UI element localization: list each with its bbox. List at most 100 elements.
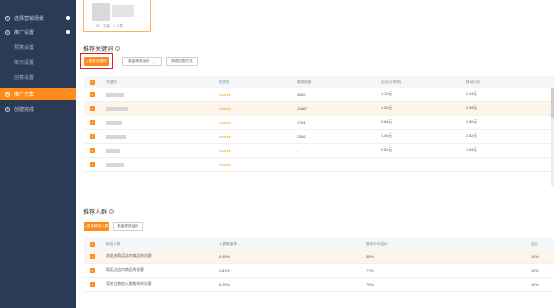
more-keywords-button[interactable]: + 更多关键词: [84, 57, 109, 66]
mobile-bid[interactable]: 1.84元: [466, 148, 477, 153]
sidebar-item-label: 预算设置: [14, 44, 35, 51]
chevron-right-icon: ›: [69, 91, 71, 97]
row-checkbox[interactable]: ✓: [90, 120, 95, 125]
mobile-bid[interactable]: 2.58元: [466, 106, 477, 111]
premium-value[interactable]: 10%: [531, 255, 539, 259]
match-mode-button[interactable]: 修改匹配方式: [166, 57, 198, 66]
product-thumbnail: [92, 3, 110, 21]
row-checkbox[interactable]: ✓: [90, 282, 95, 287]
relevance-stars: ★★★★★: [219, 134, 231, 139]
select-all-checkbox[interactable]: ✓: [90, 79, 95, 85]
pc-bid[interactable]: 0.81元: [381, 148, 392, 153]
premium-value[interactable]: 10%: [531, 269, 539, 273]
section-title-text: 推荐人群: [83, 210, 108, 216]
sidebar-item-label: 创建完成: [14, 106, 35, 113]
impression-index: 2366: [297, 134, 306, 139]
crowd-table: ✓ 精选人群 人群覆盖率 推荐平均溢价 溢价 ✓ 浏览未购买店内商品的访客 5.…: [84, 238, 554, 308]
row-checkbox[interactable]: ✓: [90, 268, 95, 273]
batch-premium-button[interactable]: 批量修改溢价: [113, 222, 143, 231]
table-row[interactable]: ✓ ★★★★★ 4552 1.10元 2.44元: [84, 88, 554, 102]
pc-bid[interactable]: 0.84元: [381, 120, 392, 125]
card-caption: ¥0 · 流量 · 1 人群: [96, 24, 124, 28]
step-number: 3: [5, 91, 10, 97]
mobile-bid[interactable]: 2.44元: [466, 92, 477, 97]
pc-bid[interactable]: 1.10元: [381, 92, 392, 97]
mobile-bid[interactable]: 2.82元: [466, 134, 477, 139]
column-header: 精选人群: [106, 241, 121, 246]
column-header[interactable]: 人群覆盖率: [219, 242, 237, 247]
sidebar-item-budget[interactable]: 预算设置: [0, 41, 76, 53]
keyword-blurred: [106, 162, 124, 167]
column-header[interactable]: 出价(计算机): [381, 80, 401, 85]
sidebar-item-label: 选择营销场景: [14, 15, 45, 22]
keyword-blurred: [106, 134, 126, 139]
status-dot-icon: [66, 16, 70, 20]
crowd-coverage: 5.45%: [219, 254, 230, 259]
row-checkbox[interactable]: ✓: [90, 134, 95, 139]
avg-premium: 55%: [366, 254, 374, 259]
main-content: ¥0 · 流量 · 1 人群 推荐关键词 ? + 更多关键词 批量修改出价 ⌄ 修…: [76, 0, 554, 308]
premium-value[interactable]: 10%: [531, 283, 539, 287]
sidebar-item-label: 推广设置: [14, 29, 35, 36]
table-row[interactable]: ✓ ★★★★★: [84, 158, 554, 172]
table-row[interactable]: ✓ ★★★★★ - 0.81元 1.84元: [84, 144, 554, 158]
crowd-name: 购买过店内商品的访客: [106, 268, 144, 272]
crowd-name: 浏览未购买店内商品的访客: [106, 254, 152, 258]
sidebar-item-plan[interactable]: 3 推广方案 ›: [0, 88, 76, 100]
column-header[interactable]: 推荐平均溢价: [366, 242, 388, 247]
keyword-blurred: [106, 120, 122, 125]
row-checkbox[interactable]: ✓: [90, 162, 95, 167]
keyword-blurred: [106, 92, 124, 97]
section-title-text: 推荐关键词: [83, 47, 114, 53]
select-all-checkbox[interactable]: ✓: [90, 241, 95, 247]
step-number: 2: [5, 29, 10, 35]
button-label: 更多关键词: [88, 59, 107, 63]
sidebar-item-scene[interactable]: 1 选择营销场景: [0, 12, 76, 24]
sidebar-item-label: 推广方案: [14, 91, 35, 98]
table-row[interactable]: ✓ 购买过店内商品的访客 4.81% 77% 10%: [84, 264, 554, 278]
column-header: 关键词: [106, 79, 117, 84]
row-checkbox[interactable]: ✓: [90, 92, 95, 97]
relevance-stars: ★★★★★: [219, 92, 231, 97]
select-label: 批量修改出价: [128, 59, 150, 63]
sidebar-item-promo-settings[interactable]: 2 推广设置: [0, 26, 76, 38]
sidebar: 1 选择营销场景 2 推广设置 预算设置 单元设置 创意设置 3 推广方案 › …: [0, 0, 76, 308]
pc-bid[interactable]: 1.52元: [381, 106, 392, 111]
row-checkbox[interactable]: ✓: [90, 106, 95, 111]
relevance-stars: ★★★★★: [219, 120, 231, 125]
sidebar-item-creative[interactable]: 创意设置: [0, 71, 76, 83]
status-dot-icon: [66, 30, 70, 34]
mobile-bid[interactable]: 1.80元: [466, 120, 477, 125]
help-icon[interactable]: ?: [109, 209, 115, 214]
crowd-section-title: 推荐人群 ?: [83, 207, 115, 216]
column-header[interactable]: 相关性: [219, 80, 230, 85]
table-row[interactable]: ✓ ★★★★★ 1764 0.84元 1.80元: [84, 116, 554, 130]
keyword-blurred: [106, 106, 128, 111]
relevance-stars: ★★★★★: [219, 106, 231, 111]
pc-bid[interactable]: 1.45元: [381, 134, 392, 139]
button-label: 批量修改溢价: [117, 224, 139, 228]
selected-item-card[interactable]: ¥0 · 流量 · 1 人群: [83, 0, 151, 32]
column-header[interactable]: 溢价: [531, 242, 538, 247]
impression-index: -: [297, 148, 299, 153]
impression-index: 1764: [297, 120, 306, 125]
sidebar-item-unit[interactable]: 单元设置: [0, 56, 76, 68]
more-crowds-button[interactable]: + 更多精选人群: [84, 222, 109, 231]
chevron-down-icon: ⌄: [152, 59, 156, 64]
table-row[interactable]: ✓ 深关注和加入购物车的访客 6.25% 79% 10%: [84, 278, 554, 292]
row-checkbox[interactable]: ✓: [90, 254, 95, 259]
bid-batch-select[interactable]: 批量修改出价 ⌄: [122, 57, 162, 66]
table-row[interactable]: ✓ ★★★★★ 11667 1.52元 2.58元: [84, 102, 554, 116]
crowd-name: 深关注和加入购物车的访客: [106, 282, 152, 286]
table-header: ✓ 精选人群 人群覆盖率 推荐平均溢价 溢价: [84, 238, 554, 250]
column-header[interactable]: 展现指数: [297, 80, 311, 85]
column-header[interactable]: 移动出价: [466, 80, 480, 85]
row-checkbox[interactable]: ✓: [90, 148, 95, 153]
help-icon[interactable]: ?: [115, 46, 121, 51]
table-row[interactable]: ✓ ★★★★★ 2366 1.45元 2.82元: [84, 130, 554, 144]
relevance-stars: ★★★★★: [219, 162, 231, 167]
sidebar-item-done[interactable]: 4 创建完成: [0, 103, 76, 115]
crowd-coverage: 4.81%: [219, 268, 230, 273]
step-number: 1: [5, 15, 10, 21]
table-row[interactable]: ✓ 浏览未购买店内商品的访客 5.45% 55% 10%: [84, 250, 554, 264]
